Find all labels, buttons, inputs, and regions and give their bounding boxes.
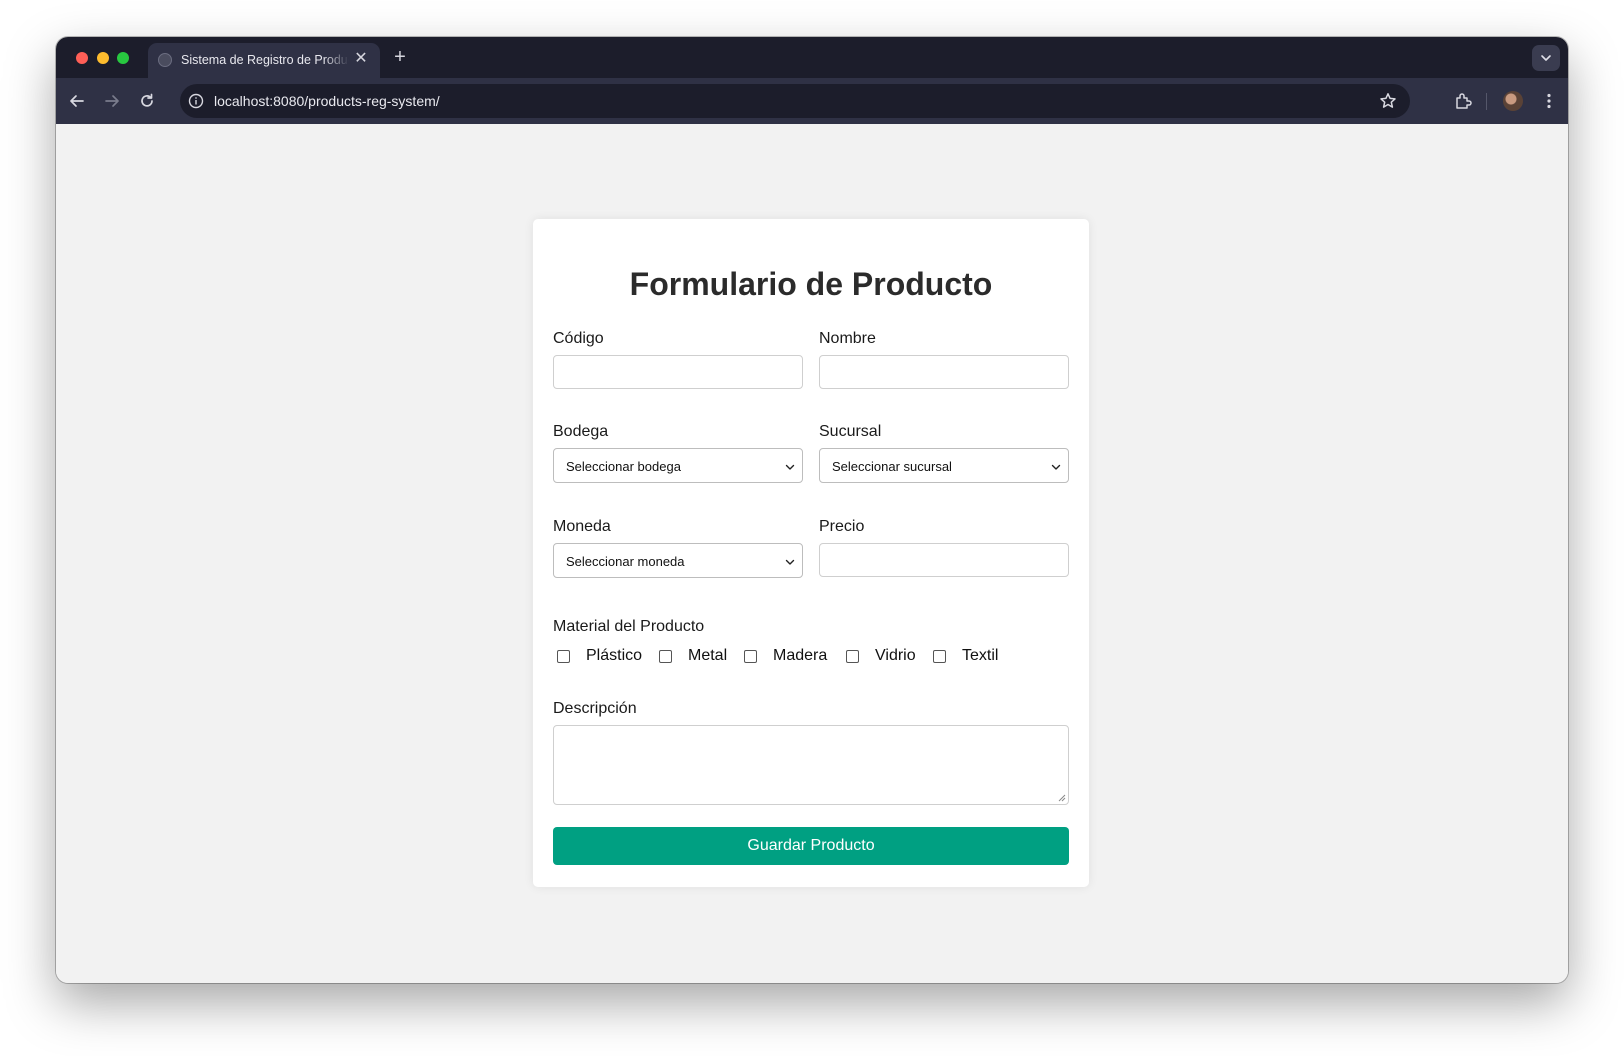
chevron-down-icon bbox=[785, 559, 795, 565]
chevron-down-icon bbox=[1051, 464, 1061, 470]
bookmark-star-icon[interactable] bbox=[1378, 91, 1398, 111]
url-text: localhost:8080/products-reg-system/ bbox=[214, 93, 440, 109]
moneda-label: Moneda bbox=[553, 518, 611, 535]
descripcion-label: Descripción bbox=[553, 700, 637, 717]
checkbox[interactable] bbox=[933, 650, 946, 663]
address-bar[interactable]: localhost:8080/products-reg-system/ bbox=[180, 84, 1410, 118]
new-tab-icon[interactable]: + bbox=[389, 46, 411, 68]
sucursal-selected-value: Seleccionar sucursal bbox=[832, 459, 952, 474]
chevron-down-icon bbox=[785, 464, 795, 470]
forward-icon[interactable] bbox=[101, 90, 123, 112]
moneda-selected-value: Seleccionar moneda bbox=[566, 554, 685, 569]
browser-window: Sistema de Registro de Productos ✕ + loc… bbox=[56, 37, 1568, 983]
codigo-input[interactable] bbox=[553, 355, 803, 389]
material-label: Material del Producto bbox=[553, 618, 705, 635]
close-window-button[interactable] bbox=[76, 52, 88, 64]
bodega-selected-value: Seleccionar bodega bbox=[566, 459, 681, 474]
browser-toolbar: localhost:8080/products-reg-system/ bbox=[56, 78, 1568, 124]
checkbox-label: Metal bbox=[688, 647, 728, 664]
form-title: Formulario de Producto bbox=[629, 266, 993, 302]
chevron-down-icon bbox=[1541, 55, 1551, 61]
checkbox[interactable] bbox=[846, 650, 859, 663]
extensions-icon[interactable] bbox=[1452, 90, 1474, 112]
tab-strip: Sistema de Registro de Productos ✕ + bbox=[56, 37, 1568, 78]
tab-title: Sistema de Registro de Productos bbox=[181, 53, 349, 67]
tab-search-button[interactable] bbox=[1532, 45, 1560, 71]
maximize-window-button[interactable] bbox=[117, 52, 129, 64]
checkbox[interactable] bbox=[659, 650, 672, 663]
minimize-window-button[interactable] bbox=[97, 52, 109, 64]
codigo-label: Código bbox=[553, 330, 604, 347]
bodega-label: Bodega bbox=[553, 423, 609, 440]
sucursal-select[interactable]: Seleccionar sucursal bbox=[819, 448, 1069, 483]
page-content: Formulario de Producto Código Nombre Bod… bbox=[56, 124, 1568, 983]
sucursal-label: Sucursal bbox=[819, 423, 882, 440]
precio-input[interactable] bbox=[819, 543, 1069, 577]
resize-grip-icon[interactable] bbox=[1058, 794, 1066, 802]
nombre-input[interactable] bbox=[819, 355, 1069, 389]
more-menu-icon[interactable] bbox=[1538, 90, 1560, 112]
tab-active[interactable]: Sistema de Registro de Productos ✕ bbox=[148, 43, 380, 78]
reload-icon[interactable] bbox=[136, 90, 158, 112]
globe-icon bbox=[158, 53, 172, 67]
back-icon[interactable] bbox=[66, 90, 88, 112]
checkbox[interactable] bbox=[744, 650, 757, 663]
close-tab-icon[interactable]: ✕ bbox=[352, 50, 370, 68]
save-product-button[interactable]: Guardar Producto bbox=[553, 827, 1069, 865]
descripcion-textarea[interactable] bbox=[553, 725, 1069, 805]
moneda-select[interactable]: Seleccionar moneda bbox=[553, 543, 803, 578]
checkbox-label: Textil bbox=[962, 647, 999, 664]
toolbar-divider bbox=[1486, 93, 1487, 110]
checkbox[interactable] bbox=[557, 650, 570, 663]
profile-avatar[interactable] bbox=[1503, 91, 1523, 111]
nombre-label: Nombre bbox=[819, 330, 876, 347]
checkbox-label: Plástico bbox=[586, 647, 643, 664]
precio-label: Precio bbox=[819, 518, 865, 535]
site-info-icon[interactable] bbox=[187, 92, 205, 110]
checkbox-label: Vidrio bbox=[875, 647, 916, 664]
product-form-card: Formulario de Producto Código Nombre Bod… bbox=[533, 219, 1089, 887]
checkbox-label: Madera bbox=[773, 647, 828, 664]
bodega-select[interactable]: Seleccionar bodega bbox=[553, 448, 803, 483]
